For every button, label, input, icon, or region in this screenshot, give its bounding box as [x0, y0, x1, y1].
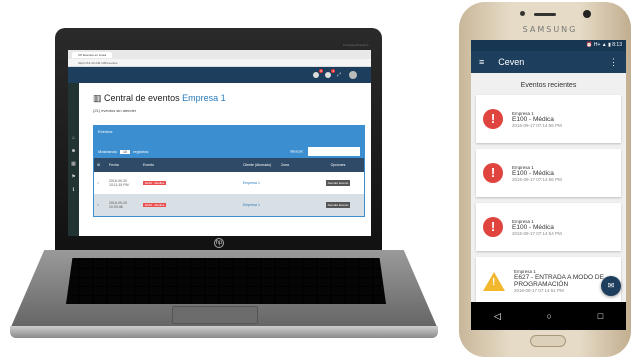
alert-icon[interactable]: 4: [325, 69, 335, 78]
touchpad: [172, 306, 258, 324]
hp-logo: hp: [214, 238, 224, 248]
back-icon[interactable]: ◁: [494, 311, 501, 322]
table-row[interactable]: ○ 2016-09-20 10:03:48 E100 - Médica Empr…: [94, 194, 364, 216]
info-icon[interactable]: ℹ: [73, 187, 75, 193]
notification-icon[interactable]: 8: [313, 69, 323, 78]
table-body: ○ 2016-09-20 10:11:15 PM E100 - Médica E…: [94, 172, 364, 216]
phone-home-button[interactable]: [530, 335, 566, 347]
home-icon[interactable]: ⌂: [72, 135, 75, 141]
menu-icon[interactable]: ≡: [479, 57, 484, 67]
browser-tab[interactable]: CP Eventos en Linea: [72, 51, 113, 58]
phone-speaker: [534, 13, 556, 16]
android-nav-bar: ◁ ○ □: [471, 302, 626, 330]
phone-brand: SAMSUNG: [522, 25, 578, 34]
warning-icon: !: [483, 271, 505, 291]
main-content: ▥ Central de eventos Empresa 1 (21) even…: [79, 83, 371, 236]
cell-cliente[interactable]: Empresa 1: [240, 203, 278, 207]
page-title: ▥ Central de eventos Empresa 1: [93, 93, 365, 104]
table-row[interactable]: ○ 2016-09-20 10:11:15 PM E100 - Médica E…: [94, 172, 364, 194]
avatar[interactable]: [349, 71, 357, 79]
card-time: 2016-09-17 07:14:54 PM: [512, 230, 562, 236]
users-icon[interactable]: ☻: [71, 148, 76, 154]
address-bar[interactable]: https://12.34.246.136/eventos: [68, 59, 371, 67]
more-vert-icon[interactable]: ⋮: [609, 57, 618, 68]
laptop-brand-text: Compaq Presario: [343, 43, 369, 47]
status-bar: ⏰ H+ ▲ ▮ 8:13: [471, 40, 626, 51]
event-tag: E100 - Médica: [143, 181, 167, 185]
status-time: 8:13: [612, 42, 622, 48]
event-card[interactable]: ! Empresa 1 E100 - Médica 2016-09-17 07:…: [476, 149, 621, 197]
search-label: Buscar:: [290, 148, 304, 154]
event-card[interactable]: ! Empresa 1 E627 - ENTRADA A MODO DE PRO…: [476, 257, 621, 305]
browser-tabbar: CP Eventos en Linea: [68, 50, 371, 59]
col-zona[interactable]: Zona: [278, 163, 312, 167]
card-time: 2016-09-17 07:14:56 PM: [512, 176, 562, 182]
search-input[interactable]: [308, 146, 360, 156]
card-time: 2016-09-17 07:14:56 PM: [512, 122, 562, 128]
status-icons: ⏰ H+ ▲ ▮: [586, 42, 613, 48]
row-check[interactable]: ○: [94, 203, 106, 207]
attend-button[interactable]: Atender Evento: [325, 202, 351, 208]
alert-circle-icon: !: [483, 217, 503, 237]
card-event: E100 - Médica: [512, 223, 554, 231]
laptop-front-edge: [10, 326, 438, 338]
col-fecha[interactable]: Fecha: [106, 163, 140, 167]
col-opciones: Opciones: [330, 163, 346, 167]
panel-title: Eventos: [94, 126, 364, 144]
cell-fecha: 2016-09-20 10:03:48: [109, 201, 127, 209]
card-event: E627 - ENTRADA A MODO DE PROGRAMACIÓN: [514, 274, 604, 288]
app-bar: ≡ Ceven ⋮: [471, 51, 626, 73]
signal-icon[interactable]: ⚑: [71, 174, 75, 180]
sidebar: ⌂ ☻ ▦ ⚑ ℹ: [68, 83, 79, 236]
unread-count: (21) eventos sin atender: [93, 108, 137, 113]
col-cliente[interactable]: Cliente (Abonado): [240, 163, 278, 167]
event-tag: E100 - Médica: [143, 203, 167, 207]
card-event: E100 - Médica: [512, 115, 554, 123]
home-icon[interactable]: ○: [547, 311, 552, 321]
row-check[interactable]: ○: [94, 181, 106, 185]
event-card[interactable]: ! Empresa 1 E100 - Médica 2016-09-17 07:…: [476, 203, 621, 251]
page-company: Empresa 1: [182, 93, 226, 103]
events-panel: Eventos Mostrando 10 registros Buscar: ⚙…: [93, 125, 365, 217]
alert-circle-icon: !: [483, 163, 503, 183]
page-size-select[interactable]: 10: [120, 149, 130, 154]
composite-scene: Compaq Presario CP Eventos en Linea http…: [0, 0, 634, 360]
col-evento[interactable]: Evento: [140, 163, 240, 167]
message-fab-icon[interactable]: ✉: [601, 276, 621, 296]
alert-circle-icon: !: [483, 109, 503, 129]
card-event: E100 - Médica: [512, 169, 554, 177]
alert-badge: 4: [331, 69, 335, 73]
show-label: Mostrando: [98, 148, 117, 154]
front-camera: [583, 10, 591, 18]
attend-button[interactable]: Atender Evento: [325, 180, 351, 186]
page-title-text: Central de eventos: [104, 93, 180, 103]
cell-fecha: 2016-09-20 10:11:15 PM: [109, 179, 129, 187]
app-header: 8 4 ⤢: [68, 67, 371, 83]
header-gear-icon: ⚙: [97, 163, 101, 167]
keyboard: [66, 258, 386, 304]
expand-icon[interactable]: ⤢: [337, 72, 343, 78]
app-title: Ceven: [498, 57, 525, 67]
table-header: ⚙ Fecha Evento Cliente (Abonado) Zona Op…: [94, 158, 364, 172]
building-title-icon: ▥: [93, 93, 102, 103]
records-label: registros: [133, 148, 149, 154]
laptop-screen: CP Eventos en Linea https://12.34.246.13…: [68, 50, 371, 236]
cell-cliente[interactable]: Empresa 1: [240, 181, 278, 185]
section-title: Eventos recientes: [520, 82, 577, 89]
sensor-dot: [520, 11, 525, 16]
event-card[interactable]: ! Empresa 1 E100 - Médica 2016-09-17 07:…: [476, 95, 621, 143]
recents-icon[interactable]: □: [598, 311, 603, 321]
notification-badge: 8: [319, 69, 323, 73]
building-icon[interactable]: ▦: [71, 161, 76, 167]
card-time: 2016-09-17 07:14:51 PM: [514, 288, 564, 293]
